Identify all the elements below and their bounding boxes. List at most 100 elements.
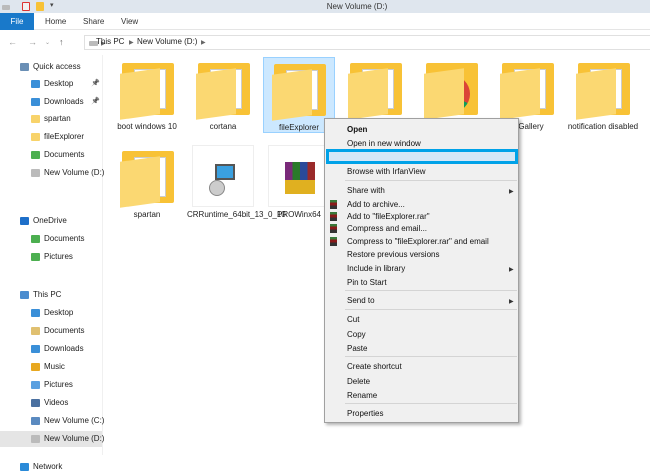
- folder-icon: [420, 57, 482, 120]
- sidebar-item[interactable]: Desktop: [0, 305, 102, 321]
- file-item[interactable]: [415, 57, 487, 122]
- file-label: CRRuntime_64bit_13_0_10: [187, 210, 286, 219]
- menu-item[interactable]: Add to "fileExplorer.rar": [347, 212, 430, 221]
- sidebar-item[interactable]: spartan: [0, 111, 102, 127]
- sidebar-item-label: OneDrive: [33, 216, 67, 225]
- menu-item[interactable]: Include in library: [347, 264, 405, 273]
- videos-folder-icon: [31, 399, 40, 407]
- breadcrumb-this-pc[interactable]: This PC: [96, 37, 124, 46]
- sidebar-item[interactable]: fileExplorer: [0, 129, 102, 145]
- sidebar-item[interactable]: Downloads: [0, 341, 102, 357]
- sidebar-item[interactable]: Desktop 📌: [0, 76, 102, 92]
- system-drive-icon: [31, 417, 40, 425]
- sidebar-item[interactable]: Pictures: [0, 377, 102, 393]
- desktop-folder-icon: [31, 80, 40, 88]
- menu-separator: [345, 356, 517, 357]
- menu-item[interactable]: Paste: [347, 344, 367, 353]
- highlight-box: [326, 149, 518, 164]
- file-item[interactable]: spartan: [111, 145, 183, 220]
- menu-item[interactable]: Cut: [347, 315, 359, 324]
- tab-view[interactable]: View: [121, 17, 138, 26]
- menu-item[interactable]: Pin to Start: [347, 278, 387, 287]
- menu-item[interactable]: Compress and email...: [347, 224, 427, 233]
- menu-item[interactable]: Copy: [347, 330, 366, 339]
- sidebar-item[interactable]: Music: [0, 359, 102, 375]
- sidebar-item-label: Documents: [44, 234, 85, 243]
- folder-icon: [572, 57, 634, 120]
- forward-icon[interactable]: →: [28, 37, 37, 47]
- pin-icon[interactable]: 📌: [91, 76, 100, 92]
- file-item[interactable]: notification disabled: [567, 57, 639, 132]
- pin-icon[interactable]: 📌: [91, 94, 100, 110]
- downloads-folder-icon: [31, 345, 40, 353]
- menu-item[interactable]: Rename: [347, 391, 377, 400]
- tab-share[interactable]: Share: [83, 17, 104, 26]
- file-item[interactable]: cortana: [187, 57, 259, 132]
- sidebar-item[interactable]: OneDrive: [0, 213, 102, 229]
- folder-icon: [116, 57, 178, 120]
- menu-item[interactable]: Send to: [347, 296, 375, 305]
- sidebar-item-label: spartan: [44, 114, 71, 123]
- computer-icon: [20, 291, 29, 299]
- menu-item[interactable]: Share with: [347, 186, 385, 195]
- menu-item[interactable]: Create shortcut: [347, 362, 402, 371]
- submenu-arrow-icon: ▶: [509, 299, 514, 305]
- sidebar-item[interactable]: Documents: [0, 231, 102, 247]
- menu-item[interactable]: Properties: [347, 409, 383, 418]
- folder-icon: [344, 57, 406, 120]
- menu-item[interactable]: Compress to "fileExplorer.rar" and email: [347, 237, 489, 246]
- sidebar-item[interactable]: Documents: [0, 323, 102, 339]
- documents-sync-icon: [31, 235, 40, 243]
- drive-icon: [31, 169, 40, 177]
- sidebar-item[interactable]: Downloads 📌: [0, 94, 102, 110]
- tab-file[interactable]: File: [0, 13, 34, 30]
- drive-icon: [31, 435, 40, 443]
- menu-separator: [345, 180, 517, 181]
- folder-icon: [31, 115, 40, 123]
- sidebar-item[interactable]: Network: [0, 459, 102, 475]
- recent-chevron-icon[interactable]: ⌄: [45, 39, 50, 46]
- menu-item[interactable]: Restore previous versions: [347, 250, 439, 259]
- file-item[interactable]: CRRuntime_64bit_13_0_10: [187, 145, 286, 220]
- breadcrumb-separator-icon: ▶: [201, 40, 206, 46]
- sidebar-item[interactable]: Pictures: [0, 249, 102, 265]
- sidebar-item-label: New Volume (D:): [44, 434, 105, 443]
- sidebar-item-label: Documents: [44, 150, 85, 159]
- menu-item[interactable]: Add to archive...: [347, 200, 405, 209]
- winrar-icon: [330, 237, 337, 246]
- pictures-folder-icon: [31, 381, 40, 389]
- menu-separator: [345, 290, 517, 291]
- menu-separator: [345, 403, 517, 404]
- file-item[interactable]: boot windows 10: [111, 57, 183, 132]
- folder-icon: [116, 145, 178, 208]
- file-item[interactable]: [339, 57, 411, 122]
- sidebar-item[interactable]: New Volume (C:): [0, 413, 105, 429]
- breadcrumb-separator-icon: ▶: [129, 40, 134, 46]
- menu-item[interactable]: Open in new window: [347, 139, 421, 148]
- folder-icon: [31, 133, 40, 141]
- sidebar-item-label: This PC: [33, 290, 62, 299]
- up-icon[interactable]: ↑: [59, 37, 64, 47]
- sidebar-item[interactable]: This PC: [0, 287, 102, 303]
- sidebar-item[interactable]: Documents: [0, 147, 102, 163]
- tab-home[interactable]: Home: [45, 17, 66, 26]
- winrar-icon: [330, 212, 337, 221]
- menu-separator: [345, 309, 517, 310]
- downloads-folder-icon: [31, 98, 40, 106]
- folder-icon: [192, 57, 254, 120]
- breadcrumb-new-volume[interactable]: New Volume (D:): [137, 37, 197, 46]
- sidebar-item-label: Desktop: [44, 308, 74, 317]
- menu-item[interactable]: Open: [347, 125, 367, 134]
- back-icon[interactable]: ←: [8, 37, 17, 47]
- ribbon-tabs: File Home Share View: [0, 13, 650, 30]
- winrar-archive-icon: [268, 145, 330, 207]
- menu-item[interactable]: Browse with IrfanView: [347, 167, 426, 176]
- sidebar-item-label: New Volume (C:): [44, 416, 105, 425]
- installer-icon: [192, 145, 254, 207]
- sidebar-item[interactable]: Quick access: [0, 59, 102, 75]
- sidebar-item[interactable]: New Volume (D:): [0, 431, 105, 447]
- sidebar-item[interactable]: Videos: [0, 395, 102, 411]
- sidebar-item[interactable]: New Volume (D:): [0, 165, 104, 181]
- documents-sync-icon: [31, 151, 40, 159]
- menu-item[interactable]: Delete: [347, 377, 370, 386]
